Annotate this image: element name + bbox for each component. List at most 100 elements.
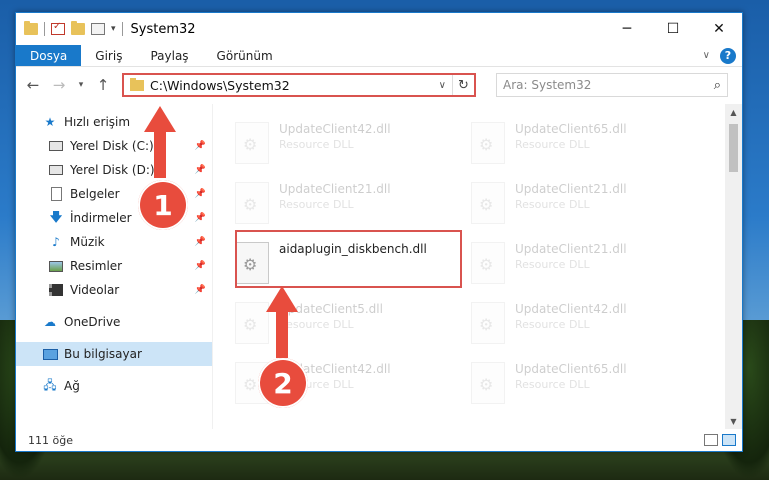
sidebar-item-local-disk-c[interactable]: Yerel Disk (C:) 📌 (16, 134, 212, 158)
download-icon: 🡇 (49, 209, 63, 224)
window-controls: ─ ☐ ✕ (604, 13, 742, 45)
quick-access-toolbar: ▾ (16, 21, 123, 36)
pictures-icon (48, 259, 64, 273)
tab-file[interactable]: Dosya (16, 45, 82, 66)
dll-file-icon (471, 242, 505, 284)
large-icons-view-icon[interactable] (722, 434, 736, 446)
scroll-down-arrow-icon[interactable]: ▼ (725, 413, 742, 429)
address-path[interactable]: C:\Windows\System32 (150, 78, 290, 93)
sidebar-item-this-pc[interactable]: Bu bilgisayar (16, 342, 212, 366)
pin-icon[interactable]: 📌 (195, 237, 206, 247)
sidebar-item-onedrive[interactable]: ☁ OneDrive (16, 310, 212, 334)
file-item[interactable]: UpdateClient65.dll Resource DLL (471, 354, 707, 414)
sidebar-item-label: İndirmeler (70, 211, 132, 225)
sidebar-item-label: Yerel Disk (D:) (70, 163, 155, 177)
dll-file-icon (235, 302, 269, 344)
pin-icon[interactable]: 📌 (195, 141, 206, 151)
pin-icon[interactable]: 📌 (195, 165, 206, 175)
up-arrow-icon[interactable]: ↑ (92, 74, 114, 96)
sidebar-item-quick-access[interactable]: ★ Hızlı erişim (16, 110, 212, 134)
dll-file-icon (235, 182, 269, 224)
address-dropdown-chevron-icon[interactable]: ∨ (439, 80, 452, 91)
pin-icon[interactable]: 📌 (195, 213, 206, 223)
sidebar-item-videos[interactable]: Videolar 📌 (16, 278, 212, 302)
computer-icon (42, 347, 58, 361)
tab-home[interactable]: Giriş (81, 45, 136, 66)
sidebar-item-label: Ağ (64, 379, 80, 393)
sidebar-item-pictures[interactable]: Resimler 📌 (16, 254, 212, 278)
file-explorer-window: ▾ System32 ─ ☐ ✕ Dosya Giriş Paylaş Görü… (15, 12, 743, 452)
customize-toolbar-chevron-icon[interactable]: ▾ (111, 24, 116, 34)
file-name: UpdateClient65.dll (515, 122, 627, 136)
view-menu-icon[interactable] (91, 23, 105, 35)
dll-file-icon (471, 182, 505, 224)
pin-icon[interactable]: 📌 (195, 285, 206, 295)
scrollbar-thumb[interactable] (729, 124, 738, 172)
sidebar-item-local-disk-d[interactable]: Yerel Disk (D:) 📌 (16, 158, 212, 182)
view-toggle (704, 434, 742, 446)
network-icon: 🖧 (43, 377, 57, 392)
close-button[interactable]: ✕ (696, 13, 742, 45)
sidebar-item-label: Yerel Disk (C:) (70, 139, 154, 153)
sidebar-item-label: Hızlı erişim (64, 115, 131, 129)
toolbar-separator (121, 22, 123, 36)
file-item[interactable]: UpdateClient65.dll Resource DLL (471, 114, 707, 174)
dll-file-icon (471, 362, 505, 404)
pin-icon[interactable]: 📌 (195, 189, 206, 199)
help-icon[interactable]: ? (720, 47, 736, 64)
pin-icon[interactable]: 📌 (195, 261, 206, 271)
sidebar-item-music[interactable]: ♪ Müzik 📌 (16, 230, 212, 254)
file-type: Resource DLL (515, 318, 590, 331)
properties-icon[interactable] (51, 21, 65, 35)
scroll-up-arrow-icon[interactable]: ▲ (725, 104, 742, 120)
toolbar-separator (44, 22, 45, 36)
file-item[interactable]: UpdateClient42.dll Resource DLL (471, 294, 707, 354)
details-view-icon[interactable] (704, 434, 718, 446)
title-bar: ▾ System32 ─ ☐ ✕ (16, 13, 742, 45)
drive-icon (48, 163, 64, 177)
star-icon: ★ (44, 115, 56, 129)
file-highlight-box (235, 230, 462, 288)
file-item[interactable]: UpdateClient21.dll Resource DLL (471, 174, 707, 234)
search-icon[interactable]: ⌕ (714, 78, 727, 93)
expand-ribbon-chevron-icon[interactable]: ∨ (703, 50, 710, 61)
vertical-scrollbar[interactable]: ▲ ▼ (725, 104, 742, 429)
content-area: ★ Hızlı erişim Yerel Disk (C:) 📌 Yerel D… (16, 104, 742, 429)
folder-icon (130, 77, 144, 91)
ribbon-right: ∨ ? (703, 45, 742, 66)
callout-arrow-1-head (144, 106, 176, 132)
file-type: Resource DLL (515, 138, 590, 151)
file-type: Resource DLL (515, 378, 590, 391)
forward-arrow-icon[interactable]: → (48, 74, 70, 96)
tab-share[interactable]: Paylaş (136, 45, 202, 66)
search-placeholder: Ara: System32 (503, 78, 592, 92)
navigation-bar: ← → ▾ ↑ C:\Windows\System32 ∨ ↻ Ara: Sys… (16, 67, 742, 103)
file-name: UpdateClient21.dll (515, 182, 627, 196)
dll-file-icon (471, 122, 505, 164)
folder-icon[interactable] (24, 21, 38, 35)
minimize-button[interactable]: ─ (604, 13, 650, 45)
refresh-icon[interactable]: ↻ (452, 75, 474, 95)
recent-locations-chevron-icon[interactable]: ▾ (74, 74, 88, 96)
callout-badge-2: 2 (258, 358, 308, 408)
file-item[interactable]: UpdateClient42.dll Resource DLL (235, 114, 471, 174)
callout-arrow-2-head (266, 286, 298, 312)
new-folder-icon[interactable] (71, 21, 85, 35)
tab-view[interactable]: Görünüm (203, 45, 287, 66)
item-count: 111 öğe (28, 433, 73, 447)
cloud-icon: ☁ (44, 315, 56, 329)
search-input[interactable]: Ara: System32 ⌕ (496, 73, 728, 97)
sidebar-item-label: Resimler (70, 259, 123, 273)
file-name: UpdateClient42.dll (279, 122, 391, 136)
back-arrow-icon[interactable]: ← (22, 74, 44, 96)
file-item[interactable]: UpdateClient21.dll Resource DLL (235, 174, 471, 234)
navigation-pane: ★ Hızlı erişim Yerel Disk (C:) 📌 Yerel D… (16, 104, 212, 429)
film-icon (48, 283, 64, 297)
maximize-button[interactable]: ☐ (650, 13, 696, 45)
sidebar-item-network[interactable]: 🖧 Ağ (16, 374, 212, 398)
address-bar[interactable]: C:\Windows\System32 ∨ ↻ (122, 73, 476, 97)
file-item[interactable]: UpdateClient21.dll Resource DLL (471, 234, 707, 294)
file-type: Resource DLL (515, 198, 590, 211)
sidebar-item-label: OneDrive (64, 315, 121, 329)
sidebar-item-label: Müzik (70, 235, 105, 249)
